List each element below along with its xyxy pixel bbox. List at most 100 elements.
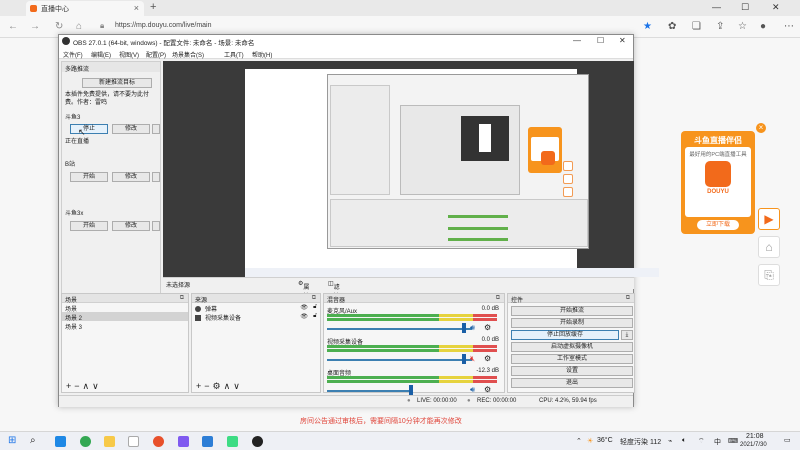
tray-arrow-icon[interactable]: ⌃ <box>576 437 582 445</box>
more-button-douyu3x[interactable] <box>152 221 160 231</box>
refresh-icon[interactable]: ↻ <box>55 21 63 32</box>
stop-stream-button-douyu3[interactable]: 停止 <box>70 124 108 134</box>
move-up-icon[interactable]: ∧ <box>83 381 93 391</box>
volume-slider[interactable] <box>327 328 472 330</box>
scene-item[interactable]: 场景 2 <box>62 312 188 322</box>
filters-button[interactable]: ◫ 滤镜 <box>328 280 340 300</box>
more-icon[interactable]: ⋯ <box>784 21 794 32</box>
menu-scene-collection[interactable]: 场景集合(S) <box>172 50 204 59</box>
close-window-icon[interactable]: ✕ <box>772 2 780 13</box>
app-blue-icon[interactable] <box>202 436 213 447</box>
start-recording-button[interactable]: 开始录制 <box>511 318 633 328</box>
start-stream-button-douyu3x[interactable]: 开始 <box>70 221 108 231</box>
weather-temp[interactable]: 36°C <box>597 437 613 444</box>
move-up-icon[interactable]: ∧ <box>224 381 234 391</box>
source-item[interactable]: 弹幕 👁︎ 🔓︎ <box>192 303 320 313</box>
remove-source-icon[interactable]: − <box>204 381 212 391</box>
dock-pin-icon[interactable]: ⧉ <box>626 295 630 302</box>
maximize-icon[interactable]: ☐ <box>741 2 749 13</box>
volume-slider-handle[interactable] <box>462 354 466 364</box>
collections-star-icon[interactable]: ☆ <box>738 21 747 32</box>
edit-button-bilibili[interactable]: 修改 <box>112 172 150 182</box>
profile-icon[interactable]: ● <box>760 21 766 32</box>
live-side-icon[interactable]: ▶ <box>758 208 780 230</box>
studio-mode-button[interactable]: 工作室模式 <box>511 354 633 364</box>
collections-icon[interactable]: ❏ <box>692 21 701 32</box>
app-icon[interactable] <box>128 436 139 447</box>
menu-profile[interactable]: 配置(P) <box>146 50 166 59</box>
speaker-icon[interactable]: 🔊︎ <box>470 385 475 395</box>
visibility-eye-icon[interactable]: 👁︎ <box>300 304 308 311</box>
download-button[interactable]: 立即下载 <box>697 220 739 230</box>
volume-slider-handle[interactable] <box>462 323 466 333</box>
extension-icon[interactable]: ✿ <box>668 21 676 32</box>
weather-desc[interactable]: 轻度污染 112 <box>620 437 661 447</box>
source-item[interactable]: 视频采集设备 👁︎ 🔓︎ <box>192 312 320 322</box>
channel-settings-icon[interactable]: ⚙ <box>484 385 491 394</box>
remove-scene-icon[interactable]: − <box>74 381 82 391</box>
share-icon[interactable]: ⇪ <box>716 21 724 32</box>
search-icon[interactable]: ⌕ <box>30 435 36 446</box>
favorite-star-icon[interactable]: ★ <box>643 21 652 32</box>
exit-button[interactable]: 退出 <box>511 378 633 388</box>
obs-taskbar-icon[interactable] <box>252 436 263 447</box>
home-icon[interactable]: ⌂ <box>76 21 82 32</box>
url-text[interactable]: https://mp.douyu.com/live/main <box>115 22 212 29</box>
minimize-icon[interactable]: — <box>712 2 721 12</box>
edge-browser-icon[interactable] <box>55 436 66 447</box>
app-red-icon[interactable] <box>153 436 164 447</box>
companion-ad[interactable]: 斗鱼直播伴侣 最好用的PC端直播工具 DOUYU 立即下载 <box>681 131 755 234</box>
menu-edit[interactable]: 编辑(E) <box>91 50 111 59</box>
ime-indicator[interactable]: 中 <box>714 437 721 447</box>
start-virtual-camera-button[interactable]: 启动虚拟摄像机 <box>511 342 633 352</box>
keyboard-icon[interactable]: ⌨ <box>728 437 738 445</box>
forward-icon[interactable]: → <box>30 21 40 32</box>
properties-button[interactable]: ⚙ 属性 <box>298 280 309 300</box>
volume-icon[interactable]: 🔈︎ <box>682 437 686 445</box>
move-down-icon[interactable]: ∨ <box>92 381 102 391</box>
stop-replay-buffer-button[interactable]: 停止回放缓存 <box>511 330 619 340</box>
speaker-icon[interactable]: 🔊︎ <box>470 323 475 333</box>
edit-button-douyu3[interactable]: 修改 <box>112 124 150 134</box>
scene-item[interactable]: 场景 3 <box>62 321 188 331</box>
lock-icon[interactable]: 🔓︎ <box>313 313 317 320</box>
settings-button[interactable]: 设置 <box>511 366 633 376</box>
scene-item[interactable]: 场景 <box>62 303 188 313</box>
channel-settings-icon[interactable]: ⚙ <box>484 323 491 332</box>
home-side-icon[interactable]: ⌂ <box>758 236 780 258</box>
obs-close-icon[interactable]: ✕ <box>619 36 626 45</box>
notification-icon[interactable]: ▭ <box>784 436 791 444</box>
obs-preview[interactable] <box>163 61 659 277</box>
obs-maximize-icon[interactable]: ☐ <box>597 36 604 45</box>
source-settings-icon[interactable]: ⚙ <box>213 381 224 391</box>
file-explorer-icon[interactable] <box>104 436 115 447</box>
android-icon[interactable] <box>227 436 238 447</box>
dock-pin-icon[interactable]: ⧉ <box>180 295 184 302</box>
more-button-bilibili[interactable] <box>152 172 160 182</box>
network-icon[interactable]: ⌁ <box>668 437 672 445</box>
clock-date[interactable]: 2021/7/30 <box>740 442 767 448</box>
save-replay-icon[interactable]: ⤓ <box>621 330 633 340</box>
volume-slider[interactable] <box>327 359 472 361</box>
share-side-icon[interactable]: ⎘ <box>758 264 780 286</box>
menu-view[interactable]: 视图(V) <box>119 50 139 59</box>
visibility-eye-icon[interactable]: 👁︎ <box>300 313 308 320</box>
back-icon[interactable]: ← <box>8 21 18 32</box>
start-stream-button-bilibili[interactable]: 开始 <box>70 172 108 182</box>
windows-start-icon[interactable]: ⊞ <box>8 435 16 446</box>
start-streaming-button[interactable]: 开始推流 <box>511 306 633 316</box>
edit-button-douyu3x[interactable]: 修改 <box>112 221 150 231</box>
clock-time[interactable]: 21:08 <box>746 433 764 440</box>
obs-minimize-icon[interactable]: — <box>573 36 581 45</box>
app-purple-icon[interactable] <box>178 436 189 447</box>
volume-slider-handle[interactable] <box>409 385 413 395</box>
menu-file[interactable]: 文件(F) <box>63 50 83 59</box>
browser-tab[interactable]: 直播中心 × <box>26 1 144 16</box>
wifi-icon[interactable]: ⌔ <box>698 437 705 446</box>
new-target-button[interactable]: 新建推流目标 <box>82 78 152 88</box>
channel-settings-icon[interactable]: ⚙ <box>484 354 491 363</box>
chrome-icon[interactable] <box>80 436 91 447</box>
speaker-muted-icon[interactable]: 🔇︎ <box>470 354 475 364</box>
dock-pin-icon[interactable]: ⧉ <box>312 295 316 302</box>
dock-pin-icon[interactable]: ⧉ <box>496 295 500 302</box>
